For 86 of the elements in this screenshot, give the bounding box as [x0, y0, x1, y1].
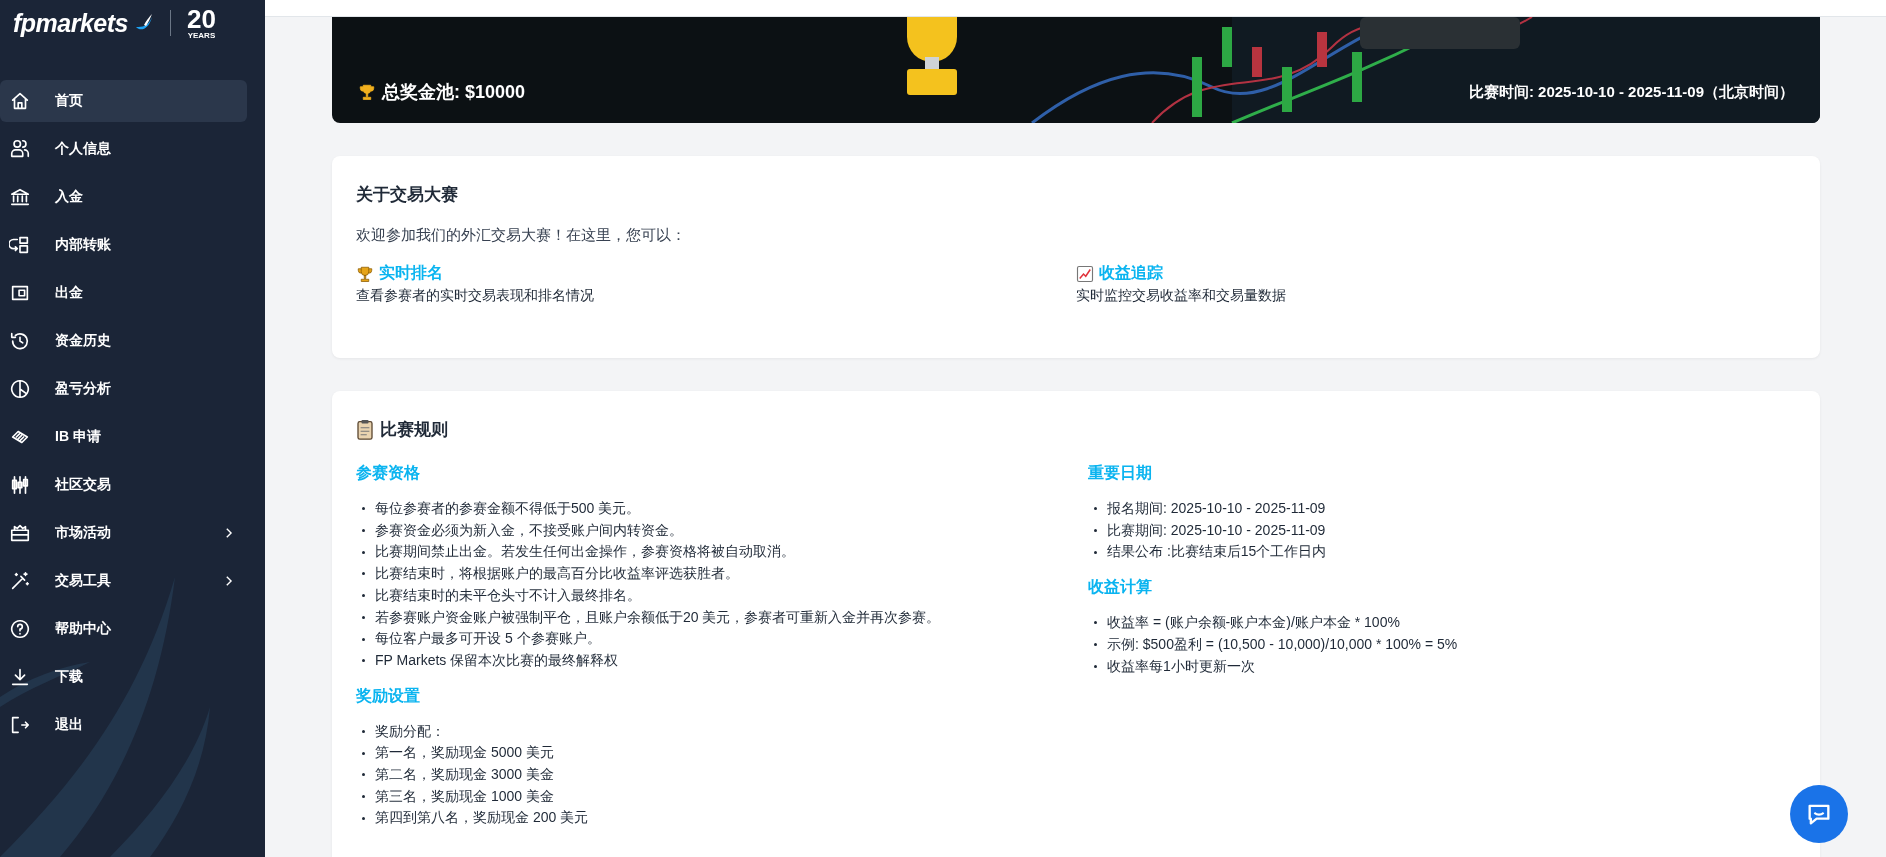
- intro-text: 欢迎参加我们的外汇交易大赛！在这里，您可以：: [356, 226, 687, 245]
- trophy-icon: [356, 264, 374, 283]
- section-heading: 重要日期: [1088, 463, 1153, 483]
- card-title: 比赛规则: [380, 419, 448, 441]
- menu-item-icon: [9, 90, 31, 112]
- sidebar-item[interactable]: 下载: [0, 656, 247, 698]
- menu-item-icon: [9, 330, 31, 352]
- chevron-right-icon: [224, 527, 233, 539]
- sidebar-item[interactable]: 首页: [0, 80, 247, 122]
- bullet-icon: [1094, 529, 1097, 533]
- feature-title: 实时排名: [379, 263, 443, 283]
- rule-item: 报名期间: 2025-10-10 - 2025-11-09: [1107, 499, 1326, 518]
- anniversary-label: YEARS: [187, 32, 216, 40]
- menu-item-icon: [9, 378, 31, 400]
- prize-pool: 总奖金池: $10000: [382, 81, 526, 104]
- sidebar-item[interactable]: 出金: [0, 272, 247, 314]
- bullet-icon: [362, 637, 365, 641]
- section-heading: 收益计算: [1088, 577, 1153, 598]
- sidebar-item[interactable]: 交易工具: [0, 560, 247, 602]
- menu-item-icon: [9, 138, 31, 160]
- menu-item-icon: [9, 186, 31, 208]
- rule-item: 每位参赛者的参赛金额不得低于500 美元。: [375, 499, 641, 518]
- rule-item: 第四到第八名，奖励现金 200 美元: [375, 808, 589, 828]
- rule-item: 示例: $500盈利 = (10,500 - 10,000)/10,000 * 100% = 5%: [1107, 634, 1458, 654]
- rule-item: 比赛结束时，将根据账户的最高百分比收益率评选获胜者。: [375, 564, 739, 584]
- card-title: 关于交易大赛: [356, 184, 459, 206]
- bullet-icon: [362, 729, 365, 733]
- bullet-icon: [362, 751, 365, 755]
- sidebar-item[interactable]: 入金: [0, 176, 247, 218]
- bullet-icon: [362, 529, 365, 533]
- bullet-icon: [362, 572, 365, 576]
- bullet-icon: [362, 507, 365, 511]
- section-heading: 奖励设置: [356, 685, 421, 706]
- bullet-icon: [1094, 621, 1097, 625]
- chevron-right-icon: [224, 575, 233, 587]
- anniversary-number: 20: [187, 6, 216, 32]
- menu-item-icon: [9, 714, 31, 736]
- bullet-icon: [362, 816, 365, 820]
- rule-item: 比赛期间: 2025-10-10 - 2025-11-09: [1107, 520, 1326, 540]
- bullet-icon: [362, 659, 365, 663]
- bullet-icon: [1094, 550, 1097, 554]
- feature-description: 实时监控交易收益率和交易量数据: [1076, 287, 1287, 305]
- bullet-icon: [1094, 507, 1097, 511]
- bullet-icon: [1094, 643, 1097, 647]
- sidebar-item[interactable]: 资金历史: [0, 320, 247, 362]
- clipboard-icon: [356, 419, 374, 440]
- rule-item: 第一名，奖励现金 5000 美元: [375, 743, 554, 763]
- bullet-icon: [362, 773, 365, 777]
- menu-item-icon: [9, 570, 31, 592]
- feature-title: 收益追踪: [1099, 263, 1163, 283]
- menu-item-icon: [9, 522, 31, 544]
- rule-item: 第三名，奖励现金 1000 美金: [375, 786, 554, 806]
- bullet-icon: [362, 594, 365, 598]
- rule-item: 比赛结束时的未平仓头寸不计入最终排名。: [375, 585, 641, 605]
- rule-item: FP Markets 保留本次比赛的最终解释权: [375, 650, 619, 670]
- section-heading: 参赛资格: [356, 463, 421, 483]
- sidebar-item[interactable]: 退出: [0, 704, 247, 746]
- menu-item-icon: [9, 666, 31, 688]
- bullet-icon: [1094, 664, 1097, 668]
- contest-period: 比赛时间: 2025-10-10 - 2025-11-09（北京时间）: [1468, 82, 1794, 102]
- trophy-icon: [358, 83, 376, 101]
- menu-item-icon: [9, 234, 31, 256]
- bullet-icon: [362, 550, 365, 554]
- feature-description: 查看参赛者的实时交易表现和排名情况: [356, 287, 595, 305]
- rule-item: 第二名，奖励现金 3000 美金: [375, 765, 554, 785]
- sidebar-item[interactable]: 社区交易: [0, 464, 247, 506]
- rule-item: 比赛期间禁止出金。若发生任何出金操作，参赛资格将被自动取消。: [375, 542, 795, 562]
- rule-item: 收益率每1小时更新一次: [1107, 656, 1255, 676]
- sidebar-item[interactable]: 个人信息: [0, 128, 247, 170]
- sidebar-item[interactable]: 市场活动: [0, 512, 247, 554]
- rule-item: 若参赛账户资金账户被强制平仓，且账户余额低于20 美元，参赛者可重新入金并再次参赛。: [375, 607, 941, 627]
- sidebar-item[interactable]: IB 申请: [0, 416, 247, 458]
- rule-item: 每位客户最多可开设 5 个参赛账户。: [375, 629, 601, 649]
- menu-item-icon: [9, 474, 31, 496]
- bullet-icon: [362, 615, 365, 619]
- rule-item: 参赛资金必须为新入金，不接受账户间内转资金。: [375, 520, 683, 540]
- sidebar-item[interactable]: 盈亏分析: [0, 368, 247, 410]
- sidebar-item[interactable]: 帮助中心: [0, 608, 247, 650]
- rule-item: 奖励分配：: [375, 721, 445, 741]
- rule-item: 收益率 = (账户余额-账户本金)/账户本金 * 100%: [1107, 613, 1400, 633]
- menu-item-icon: [9, 618, 31, 640]
- rule-item: 结果公布 :比赛结束后15个工作日内: [1107, 542, 1327, 562]
- line-chart-icon: [1076, 264, 1094, 283]
- bullet-icon: [362, 795, 365, 799]
- sidebar-item[interactable]: 内部转账: [0, 224, 247, 266]
- brand-logo: fpmarkets: [13, 8, 128, 38]
